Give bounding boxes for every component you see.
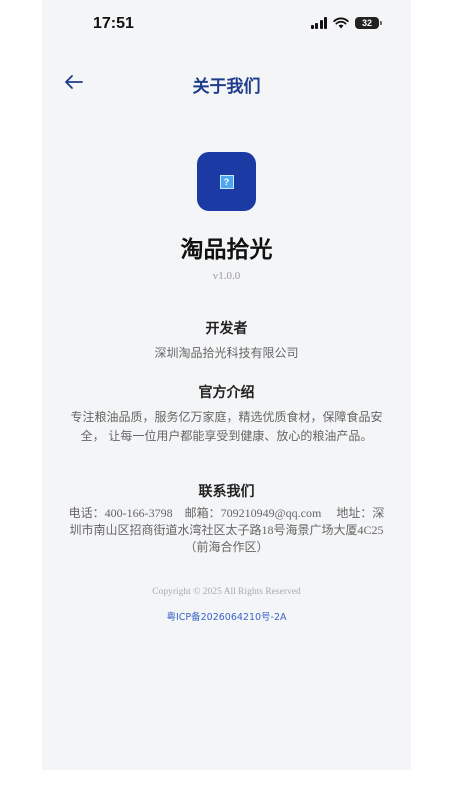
- image-placeholder-icon: ?: [219, 174, 234, 189]
- cellular-signal-icon: [310, 17, 327, 29]
- status-icons: 32: [310, 17, 382, 29]
- status-bar: 17:51 32: [42, 0, 411, 50]
- nav-bar: 关于我们: [42, 62, 411, 102]
- battery-icon: 32: [355, 17, 382, 29]
- copyright-text: Copyright © 2025 All Rights Reserved: [152, 587, 301, 597]
- intro-text: 专注粮油品质，服务亿万家庭，精选优质食材，保障食品安全， 让每一位用户都能享受到…: [70, 410, 383, 443]
- developer-title: 开发者: [205, 321, 248, 337]
- page-title: 关于我们: [192, 77, 261, 97]
- icp-link[interactable]: 粤ICP备2026064210号-2A: [42, 609, 411, 623]
- battery-level: 32: [361, 18, 372, 28]
- developer-text: 深圳淘品拾光科技有限公司: [154, 346, 299, 360]
- contact-text: 电话：400-166-3798 邮箱：709210949@qq.com 地址：深…: [68, 506, 385, 554]
- app-logo: ?: [197, 152, 256, 211]
- contact-title: 联系我们: [198, 484, 255, 500]
- intro-title: 官方介绍: [198, 385, 255, 401]
- status-time: 17:51: [93, 15, 134, 32]
- app-version: v1.0.0: [212, 270, 241, 282]
- app-name: 淘品拾光: [180, 237, 273, 263]
- about-screen: 17:51 32 关于我们 ? 淘品拾光 v1.0.0 开发者 深圳淘品拾光科技…: [42, 0, 411, 770]
- wifi-icon: [333, 17, 349, 29]
